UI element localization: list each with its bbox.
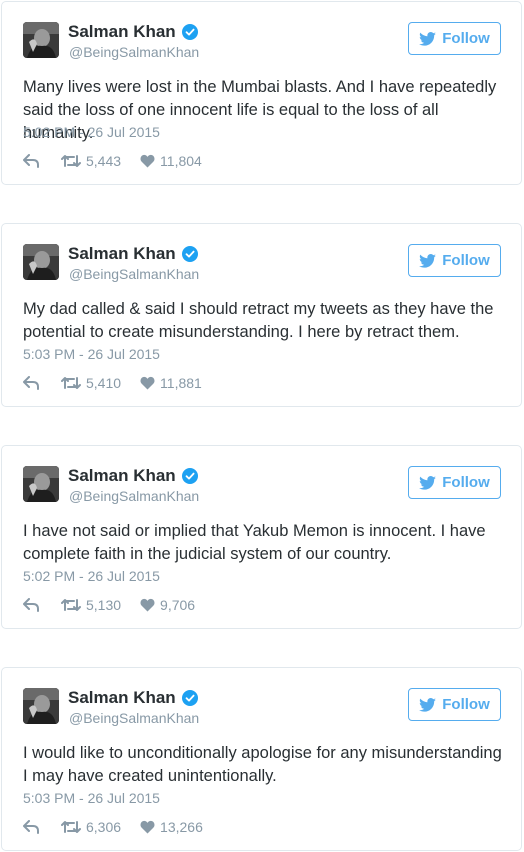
reply-icon[interactable] — [23, 598, 41, 612]
retweet-button[interactable]: 5,443 — [61, 153, 121, 169]
author-handle[interactable]: @BeingSalmanKhan — [69, 709, 199, 727]
reply-icon[interactable] — [23, 154, 41, 168]
follow-label: Follow — [442, 474, 490, 491]
author-name[interactable]: Salman Khan — [68, 244, 176, 264]
author-handle[interactable]: @BeingSalmanKhan — [69, 265, 199, 283]
reply-icon[interactable] — [23, 376, 41, 390]
follow-button[interactable]: Follow — [408, 22, 501, 55]
avatar-photo-icon — [23, 244, 59, 280]
like-count: 9,706 — [160, 597, 196, 613]
avatar-photo-icon — [23, 466, 59, 502]
reply-icon[interactable] — [23, 820, 41, 834]
author-name[interactable]: Salman Khan — [68, 22, 176, 42]
tweet-card: Salman Khan @BeingSalmanKhan Follow I ha… — [1, 445, 522, 629]
tweet-actions: 5,443 11,804 — [23, 152, 202, 170]
tweet-actions: 6,306 13,266 — [23, 818, 203, 836]
like-count: 13,266 — [160, 819, 203, 835]
heart-icon — [140, 154, 155, 168]
author-handle[interactable]: @BeingSalmanKhan — [69, 43, 199, 61]
retweet-button[interactable]: 5,130 — [61, 597, 121, 613]
retweet-button[interactable]: 5,410 — [61, 375, 121, 391]
follow-label: Follow — [442, 252, 490, 269]
author-handle[interactable]: @BeingSalmanKhan — [69, 487, 199, 505]
tweet-timestamp[interactable]: 5:03 PM - 26 Jul 2015 — [23, 345, 160, 363]
verified-badge-icon — [181, 246, 198, 262]
like-count: 11,881 — [160, 375, 202, 391]
tweet-card: Salman Khan @BeingSalmanKhan Follow Many… — [1, 1, 522, 185]
tweet-text: I would like to unconditionally apologis… — [23, 744, 502, 785]
follow-button[interactable]: Follow — [408, 244, 501, 277]
avatar[interactable] — [23, 244, 59, 280]
heart-icon — [140, 820, 155, 834]
tweet-actions: 5,130 9,706 — [23, 596, 195, 614]
avatar[interactable] — [23, 688, 59, 724]
like-count: 11,804 — [160, 153, 202, 169]
verified-badge-icon — [181, 468, 198, 484]
verified-badge-icon — [181, 24, 198, 40]
follow-button[interactable]: Follow — [408, 688, 501, 721]
twitter-bird-icon — [419, 697, 437, 712]
like-button[interactable]: 9,706 — [140, 597, 195, 613]
twitter-bird-icon — [419, 475, 437, 490]
follow-label: Follow — [442, 696, 490, 713]
avatar-photo-icon — [23, 688, 59, 724]
tweet-timestamp[interactable]: 5:02 PM - 26 Jul 2015 — [23, 567, 160, 585]
twitter-bird-icon — [419, 253, 437, 268]
retweet-count: 5,443 — [86, 153, 122, 169]
retweet-icon — [61, 377, 81, 389]
like-button[interactable]: 11,804 — [140, 153, 202, 169]
retweet-count: 6,306 — [86, 819, 122, 835]
retweet-icon — [61, 599, 81, 611]
follow-button[interactable]: Follow — [408, 466, 501, 499]
tweet-text: My dad called & said I should retract my… — [23, 300, 494, 341]
tweet-timestamp[interactable]: 5:03 PM - 26 Jul 2015 — [23, 789, 160, 807]
tweet-text: I have not said or implied that Yakub Me… — [23, 522, 486, 563]
heart-icon — [140, 598, 155, 612]
retweet-count: 5,130 — [86, 597, 122, 613]
avatar[interactable] — [23, 466, 59, 502]
like-button[interactable]: 11,881 — [140, 375, 202, 391]
retweet-icon — [61, 821, 81, 833]
retweet-icon — [61, 155, 81, 167]
retweet-count: 5,410 — [86, 375, 122, 391]
retweet-button[interactable]: 6,306 — [61, 819, 121, 835]
tweet-actions: 5,410 11,881 — [23, 374, 202, 392]
avatar[interactable] — [23, 22, 59, 58]
avatar-photo-icon — [23, 22, 59, 58]
tweet-card: Salman Khan @BeingSalmanKhan Follow I wo… — [1, 667, 522, 851]
verified-badge-icon — [181, 690, 198, 706]
author-name[interactable]: Salman Khan — [68, 688, 176, 708]
tweet-card: Salman Khan @BeingSalmanKhan Follow My d… — [1, 223, 522, 407]
like-button[interactable]: 13,266 — [140, 819, 203, 835]
tweet-timestamp[interactable]: 5:02 PM - 26 Jul 2015 — [23, 123, 160, 141]
heart-icon — [140, 376, 155, 390]
author-name[interactable]: Salman Khan — [68, 466, 176, 486]
follow-label: Follow — [442, 30, 490, 47]
twitter-bird-icon — [419, 31, 437, 46]
